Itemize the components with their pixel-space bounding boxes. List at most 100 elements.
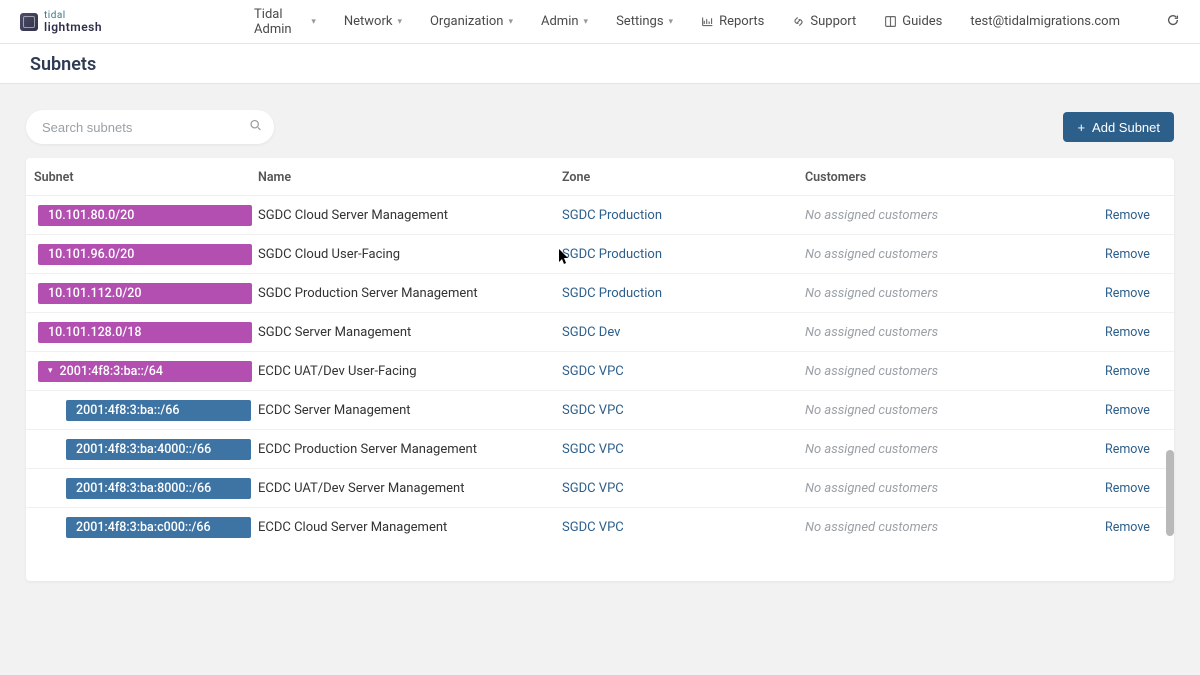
table-row: 10.101.112.0/20 SGDC Production Server Ma… bbox=[26, 274, 1174, 313]
customers-cell: No assigned customers bbox=[805, 481, 1105, 496]
zone-link[interactable]: SGDC Dev bbox=[562, 325, 805, 340]
subnet-pill[interactable]: 2001:4f8:3:ba:c000::/66 bbox=[66, 517, 251, 538]
subnet-cidr: 2001:4f8:3:ba::/64 bbox=[60, 364, 163, 379]
table-row: 2001:4f8:3:ba:c000::/66 ECDC Cloud Server… bbox=[26, 508, 1174, 547]
zone-link[interactable]: SGDC VPC bbox=[562, 364, 805, 379]
page-title: Subnets bbox=[30, 54, 1170, 75]
scrollbar-thumb[interactable] bbox=[1166, 450, 1174, 536]
zone-link[interactable]: SGDC VPC bbox=[562, 442, 805, 457]
subnets-table: Subnet Name Zone Customers 10.101.80.0/2… bbox=[26, 158, 1174, 581]
col-customers: Customers bbox=[805, 170, 1105, 185]
remove-link[interactable]: Remove bbox=[1105, 286, 1174, 301]
nav-label: Organization bbox=[430, 14, 503, 29]
plus-icon: + bbox=[1077, 120, 1085, 135]
customers-cell: No assigned customers bbox=[805, 247, 1105, 262]
nav-support[interactable]: Support bbox=[780, 8, 868, 35]
subnet-cidr: 2001:4f8:3:ba::/66 bbox=[76, 403, 179, 418]
table-row: 10.101.128.0/18 SGDC Server ManagementSGD… bbox=[26, 313, 1174, 352]
zone-link[interactable]: SGDC Production bbox=[562, 286, 805, 301]
remove-link[interactable]: Remove bbox=[1105, 481, 1174, 496]
nav-organization[interactable]: Organization ▾ bbox=[418, 8, 525, 35]
brand-logo[interactable]: tidal lightmesh bbox=[20, 11, 102, 33]
subnet-pill[interactable]: 2001:4f8:3:ba:8000::/66 bbox=[66, 478, 251, 499]
subnet-name: ECDC Production Server Management bbox=[258, 442, 562, 457]
zone-link[interactable]: SGDC VPC bbox=[562, 481, 805, 496]
customers-cell: No assigned customers bbox=[805, 364, 1105, 379]
table-row: 10.101.96.0/20SGDC Cloud User-FacingSGDC… bbox=[26, 235, 1174, 274]
add-subnet-button[interactable]: + Add Subnet bbox=[1063, 112, 1174, 142]
nav-user-email[interactable]: test@tidalmigrations.com bbox=[958, 8, 1132, 35]
remove-link[interactable]: Remove bbox=[1105, 364, 1174, 379]
nav-label: Reports bbox=[719, 14, 764, 29]
subnet-name: ECDC Server Management bbox=[258, 403, 562, 418]
customers-cell: No assigned customers bbox=[805, 403, 1105, 418]
nav-settings[interactable]: Settings ▾ bbox=[604, 8, 685, 35]
zone-link[interactable]: SGDC VPC bbox=[562, 403, 805, 418]
subnet-pill[interactable]: 2001:4f8:3:ba:4000::/66 bbox=[66, 439, 251, 460]
search-icon[interactable] bbox=[249, 119, 262, 136]
subnet-name: SGDC Production Server Management bbox=[258, 286, 562, 301]
add-subnet-label: Add Subnet bbox=[1092, 120, 1160, 135]
chevron-down-icon: ▾ bbox=[508, 17, 513, 27]
subnet-name: SGDC Server Management bbox=[258, 325, 562, 340]
nav-tidal-admin[interactable]: Tidal Admin ▾ bbox=[242, 1, 328, 43]
logo-text: tidal lightmesh bbox=[44, 11, 102, 33]
nav-label: Tidal Admin bbox=[254, 7, 306, 37]
page-titlebar: Subnets bbox=[0, 44, 1200, 84]
topbar: tidal lightmesh Tidal Admin ▾ Network ▾ … bbox=[0, 0, 1200, 44]
col-zone: Zone bbox=[562, 170, 805, 185]
nav-label: Guides bbox=[902, 14, 942, 29]
col-subnet: Subnet bbox=[26, 170, 258, 185]
table-row: 2001:4f8:3:ba::/66 ECDC Server Management… bbox=[26, 391, 1174, 430]
remove-link[interactable]: Remove bbox=[1105, 520, 1174, 535]
nav-label: Support bbox=[810, 14, 856, 29]
customers-cell: No assigned customers bbox=[805, 520, 1105, 535]
subnet-pill[interactable]: ▾2001:4f8:3:ba::/64 bbox=[38, 361, 252, 382]
chevron-down-icon: ▾ bbox=[669, 17, 674, 27]
subnet-pill[interactable]: 10.101.80.0/20 bbox=[38, 205, 252, 226]
remove-link[interactable]: Remove bbox=[1105, 403, 1174, 418]
subnet-pill[interactable]: 2001:4f8:3:ba::/66 bbox=[66, 400, 251, 421]
remove-link[interactable]: Remove bbox=[1105, 247, 1174, 262]
zone-link[interactable]: SGDC Production bbox=[562, 247, 805, 262]
zone-link[interactable]: SGDC VPC bbox=[562, 520, 805, 535]
subnet-cidr: 10.101.96.0/20 bbox=[48, 247, 134, 262]
nav-admin[interactable]: Admin ▾ bbox=[529, 8, 600, 35]
customers-cell: No assigned customers bbox=[805, 442, 1105, 457]
nav-guides[interactable]: Guides bbox=[872, 8, 954, 35]
subnet-pill[interactable]: 10.101.96.0/20 bbox=[38, 244, 252, 265]
user-email: test@tidalmigrations.com bbox=[970, 14, 1120, 29]
brand-line2: lightmesh bbox=[44, 21, 102, 33]
subnet-cidr: 2001:4f8:3:ba:4000::/66 bbox=[76, 442, 211, 457]
col-name: Name bbox=[258, 170, 562, 185]
subnet-name: ECDC UAT/Dev User-Facing bbox=[258, 364, 562, 379]
remove-link[interactable]: Remove bbox=[1105, 442, 1174, 457]
nav-label: Network bbox=[344, 14, 393, 29]
zone-link[interactable]: SGDC Production bbox=[562, 208, 805, 223]
remove-link[interactable]: Remove bbox=[1105, 325, 1174, 340]
subnet-cidr: 2001:4f8:3:ba:c000::/66 bbox=[76, 520, 211, 535]
subnet-cidr: 10.101.80.0/20 bbox=[48, 208, 134, 223]
search-input[interactable] bbox=[26, 110, 274, 144]
link-icon bbox=[792, 15, 805, 28]
table-row: 2001:4f8:3:ba:8000::/66ECDC UAT/Dev Serv… bbox=[26, 469, 1174, 508]
customers-cell: No assigned customers bbox=[805, 325, 1105, 340]
refresh-icon[interactable] bbox=[1166, 13, 1180, 31]
nav-reports[interactable]: Reports bbox=[689, 8, 776, 35]
chart-icon bbox=[701, 15, 714, 28]
subnet-pill[interactable]: 10.101.112.0/20 bbox=[38, 283, 252, 304]
remove-link[interactable]: Remove bbox=[1105, 208, 1174, 223]
subnet-pill[interactable]: 10.101.128.0/18 bbox=[38, 322, 252, 343]
chevron-down-icon: ▾ bbox=[311, 17, 316, 27]
chevron-down-icon: ▾ bbox=[584, 17, 589, 27]
search-wrap bbox=[26, 110, 274, 144]
subnet-cidr: 10.101.128.0/18 bbox=[48, 325, 141, 340]
customers-cell: No assigned customers bbox=[805, 208, 1105, 223]
subnet-name: ECDC Cloud Server Management bbox=[258, 520, 562, 535]
nav-label: Settings bbox=[616, 14, 663, 29]
table-row: ▾2001:4f8:3:ba::/64 ECDC UAT/Dev User-Fac… bbox=[26, 352, 1174, 391]
nav-network[interactable]: Network ▾ bbox=[332, 8, 414, 35]
main-nav: Tidal Admin ▾ Network ▾ Organization ▾ A… bbox=[242, 1, 1180, 43]
content-area: + Add Subnet Subnet Name Zone Customers … bbox=[0, 84, 1200, 611]
subnet-cidr: 10.101.112.0/20 bbox=[48, 286, 141, 301]
